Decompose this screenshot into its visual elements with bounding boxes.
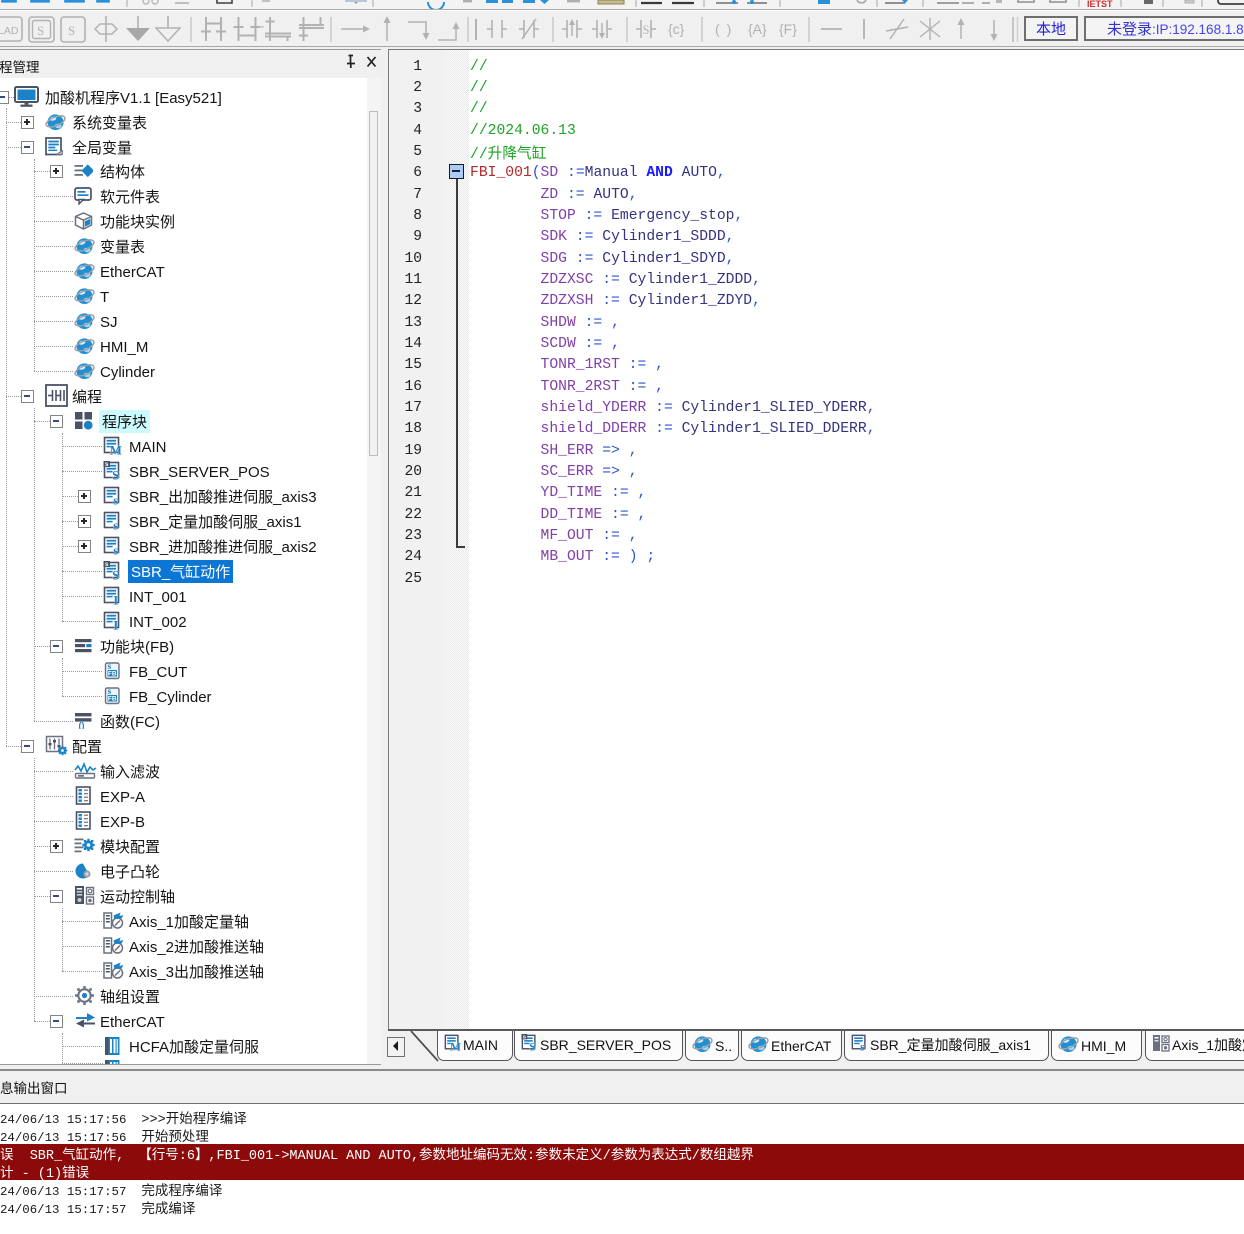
svg-text:s: s [523, 1035, 526, 1041]
svg-text:(): () [79, 721, 85, 730]
svg-text:s: s [113, 518, 118, 530]
svg-text:s: s [104, 561, 108, 568]
svg-text:s: s [860, 1041, 865, 1051]
svg-text:FB: FB [107, 671, 116, 678]
svg-text:I: I [113, 618, 118, 630]
svg-text:S: S [529, 1041, 535, 1051]
svg-text:S: S [37, 23, 44, 38]
svg-text:S: S [68, 23, 75, 38]
svg-text:M: M [450, 1041, 461, 1051]
svg-text:{c}: {c} [668, 21, 685, 37]
svg-text:FB: FB [107, 696, 116, 703]
svg-text:I: I [113, 593, 118, 605]
svg-text:{F}: {F} [779, 21, 797, 37]
svg-text:s: s [113, 493, 118, 505]
svg-text:S: S [112, 568, 119, 580]
svg-text:S: S [112, 468, 119, 480]
svg-text:M: M [109, 443, 121, 455]
svg-text:s: s [104, 461, 108, 468]
svg-text:{A}: {A} [748, 21, 767, 37]
svg-text:s: s [113, 543, 118, 555]
svg-text:LAD: LAD [0, 25, 19, 37]
svg-text:( ): ( ) [715, 21, 731, 37]
svg-text:S: S [643, 23, 650, 37]
